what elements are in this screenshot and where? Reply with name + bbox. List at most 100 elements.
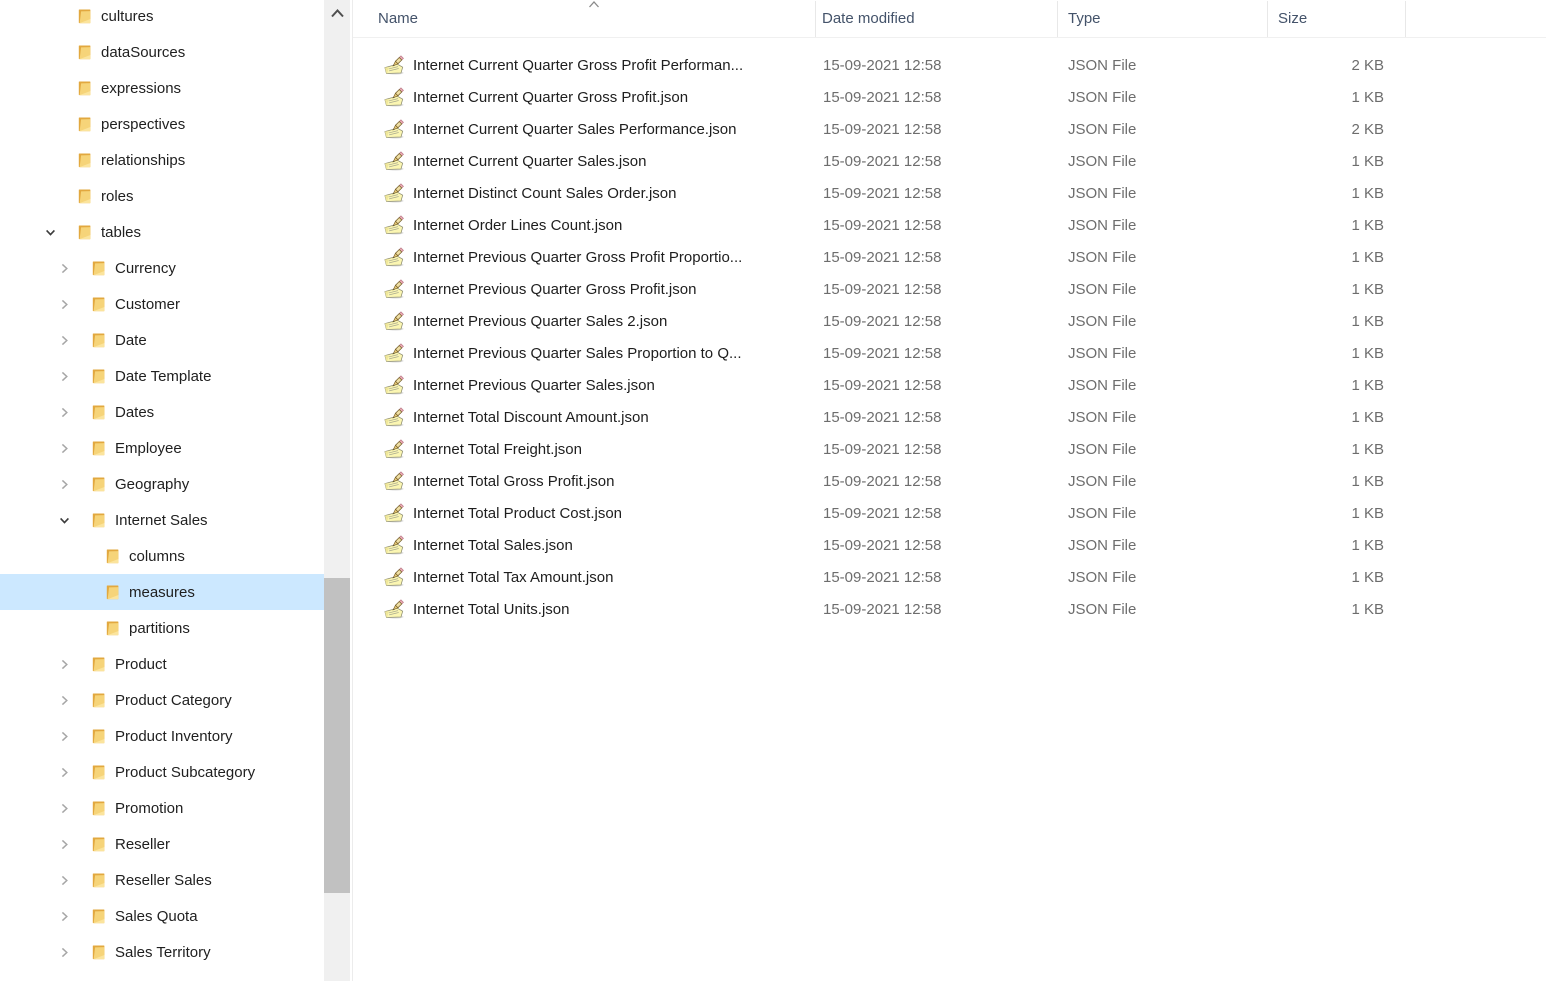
- column-separator[interactable]: [1405, 1, 1406, 37]
- column-header-date-modified[interactable]: Date modified: [822, 0, 915, 37]
- tree-item-partitions[interactable]: partitions: [0, 610, 324, 646]
- tree-item-date[interactable]: Date: [0, 322, 324, 358]
- tree-item-product-category[interactable]: Product Category: [0, 682, 324, 718]
- file-row[interactable]: Internet Order Lines Count.json15-09-202…: [353, 209, 1546, 241]
- file-date-modified: 15-09-2021 12:58: [815, 601, 1061, 618]
- expander[interactable]: [54, 726, 74, 746]
- expander[interactable]: [40, 222, 60, 242]
- expander[interactable]: [54, 798, 74, 818]
- tree-item-product[interactable]: Product: [0, 646, 324, 682]
- expander[interactable]: [54, 510, 74, 530]
- file-row[interactable]: Internet Previous Quarter Gross Profit P…: [353, 241, 1546, 273]
- tree-item-cultures[interactable]: cultures: [0, 0, 324, 34]
- expander[interactable]: [54, 690, 74, 710]
- tree-item-geography[interactable]: Geography: [0, 466, 324, 502]
- tree-item-expressions[interactable]: expressions: [0, 70, 324, 106]
- file-row[interactable]: Internet Total Units.json15-09-2021 12:5…: [353, 593, 1546, 625]
- tree-item-sales-quota[interactable]: Sales Quota: [0, 898, 324, 934]
- expander[interactable]: [54, 330, 74, 350]
- tree-scrollbar-thumb[interactable]: [324, 578, 350, 893]
- file-row[interactable]: Internet Total Sales.json15-09-2021 12:5…: [353, 529, 1546, 561]
- column-separator[interactable]: [815, 1, 816, 37]
- tree-item-product-subcategory[interactable]: Product Subcategory: [0, 754, 324, 790]
- tree-item-measures[interactable]: measures: [0, 574, 324, 610]
- tree-scrollbar[interactable]: [324, 0, 350, 981]
- expander[interactable]: [54, 294, 74, 314]
- tree-item-internet-sales[interactable]: Internet Sales: [0, 502, 324, 538]
- expander[interactable]: [54, 654, 74, 674]
- tree-item-perspectives[interactable]: perspectives: [0, 106, 324, 142]
- expander[interactable]: [54, 762, 74, 782]
- column-header-type[interactable]: Type: [1068, 0, 1101, 37]
- tree-item-date-template[interactable]: Date Template: [0, 358, 324, 394]
- tree-item-dates[interactable]: Dates: [0, 394, 324, 430]
- tree-item-sales-territory[interactable]: Sales Territory: [0, 934, 324, 970]
- chevron-right-icon[interactable]: [58, 838, 71, 851]
- expander[interactable]: [54, 906, 74, 926]
- file-row[interactable]: Internet Previous Quarter Sales 2.json15…: [353, 305, 1546, 337]
- chevron-right-icon[interactable]: [58, 802, 71, 815]
- expander[interactable]: [54, 474, 74, 494]
- chevron-down-icon[interactable]: [58, 514, 71, 527]
- tree-item-reseller[interactable]: Reseller: [0, 826, 324, 862]
- tree-item-roles[interactable]: roles: [0, 178, 324, 214]
- file-row[interactable]: Internet Current Quarter Sales.json15-09…: [353, 145, 1546, 177]
- scroll-up-button[interactable]: [324, 2, 350, 24]
- tree-item-label: measures: [129, 584, 195, 601]
- expander[interactable]: [54, 942, 74, 962]
- tree-item-tables[interactable]: tables: [0, 214, 324, 250]
- file-row[interactable]: Internet Total Freight.json15-09-2021 12…: [353, 433, 1546, 465]
- column-separator[interactable]: [1267, 1, 1268, 37]
- chevron-right-icon[interactable]: [58, 298, 71, 311]
- chevron-down-icon[interactable]: [44, 226, 57, 239]
- chevron-right-icon[interactable]: [58, 910, 71, 923]
- file-row[interactable]: Internet Previous Quarter Sales.json15-0…: [353, 369, 1546, 401]
- expander[interactable]: [54, 402, 74, 422]
- file-row[interactable]: Internet Previous Quarter Gross Profit.j…: [353, 273, 1546, 305]
- expander[interactable]: [54, 438, 74, 458]
- chevron-right-icon[interactable]: [58, 694, 71, 707]
- tree-item-relationships[interactable]: relationships: [0, 142, 324, 178]
- expander[interactable]: [54, 366, 74, 386]
- column-header-size[interactable]: Size: [1278, 0, 1307, 37]
- chevron-right-icon[interactable]: [58, 262, 71, 275]
- tree-item-employee[interactable]: Employee: [0, 430, 324, 466]
- chevron-right-icon[interactable]: [58, 874, 71, 887]
- folder-icon: [75, 7, 94, 26]
- file-row[interactable]: Internet Current Quarter Gross Profit.js…: [353, 81, 1546, 113]
- file-name-cell: Internet Current Quarter Gross Profit Pe…: [353, 54, 815, 76]
- tree-item-columns[interactable]: columns: [0, 538, 324, 574]
- chevron-right-icon[interactable]: [58, 406, 71, 419]
- file-date-modified: 15-09-2021 12:58: [815, 473, 1061, 490]
- chevron-right-icon[interactable]: [58, 370, 71, 383]
- chevron-right-icon[interactable]: [58, 766, 71, 779]
- file-name: Internet Order Lines Count.json: [413, 217, 622, 234]
- chevron-right-icon[interactable]: [58, 946, 71, 959]
- tree-item-partial[interactable]: [0, 970, 324, 981]
- chevron-right-icon[interactable]: [58, 730, 71, 743]
- file-row[interactable]: Internet Distinct Count Sales Order.json…: [353, 177, 1546, 209]
- file-row[interactable]: Internet Total Gross Profit.json15-09-20…: [353, 465, 1546, 497]
- file-date-modified: 15-09-2021 12:58: [815, 345, 1061, 362]
- file-row[interactable]: Internet Total Tax Amount.json15-09-2021…: [353, 561, 1546, 593]
- chevron-right-icon[interactable]: [58, 442, 71, 455]
- tree-item-promotion[interactable]: Promotion: [0, 790, 324, 826]
- expander[interactable]: [54, 834, 74, 854]
- expander[interactable]: [54, 258, 74, 278]
- chevron-right-icon[interactable]: [58, 334, 71, 347]
- tree-item-datasources[interactable]: dataSources: [0, 34, 324, 70]
- tree-item-customer[interactable]: Customer: [0, 286, 324, 322]
- file-row[interactable]: Internet Total Discount Amount.json15-09…: [353, 401, 1546, 433]
- chevron-right-icon[interactable]: [58, 478, 71, 491]
- file-row[interactable]: Internet Total Product Cost.json15-09-20…: [353, 497, 1546, 529]
- file-row[interactable]: Internet Current Quarter Sales Performan…: [353, 113, 1546, 145]
- file-row[interactable]: Internet Previous Quarter Sales Proporti…: [353, 337, 1546, 369]
- chevron-right-icon[interactable]: [58, 658, 71, 671]
- tree-item-currency[interactable]: Currency: [0, 250, 324, 286]
- column-separator[interactable]: [1057, 1, 1058, 37]
- column-header-name[interactable]: Name: [378, 0, 418, 37]
- tree-item-product-inventory[interactable]: Product Inventory: [0, 718, 324, 754]
- file-row[interactable]: Internet Current Quarter Gross Profit Pe…: [353, 49, 1546, 81]
- expander[interactable]: [54, 870, 74, 890]
- tree-item-reseller-sales[interactable]: Reseller Sales: [0, 862, 324, 898]
